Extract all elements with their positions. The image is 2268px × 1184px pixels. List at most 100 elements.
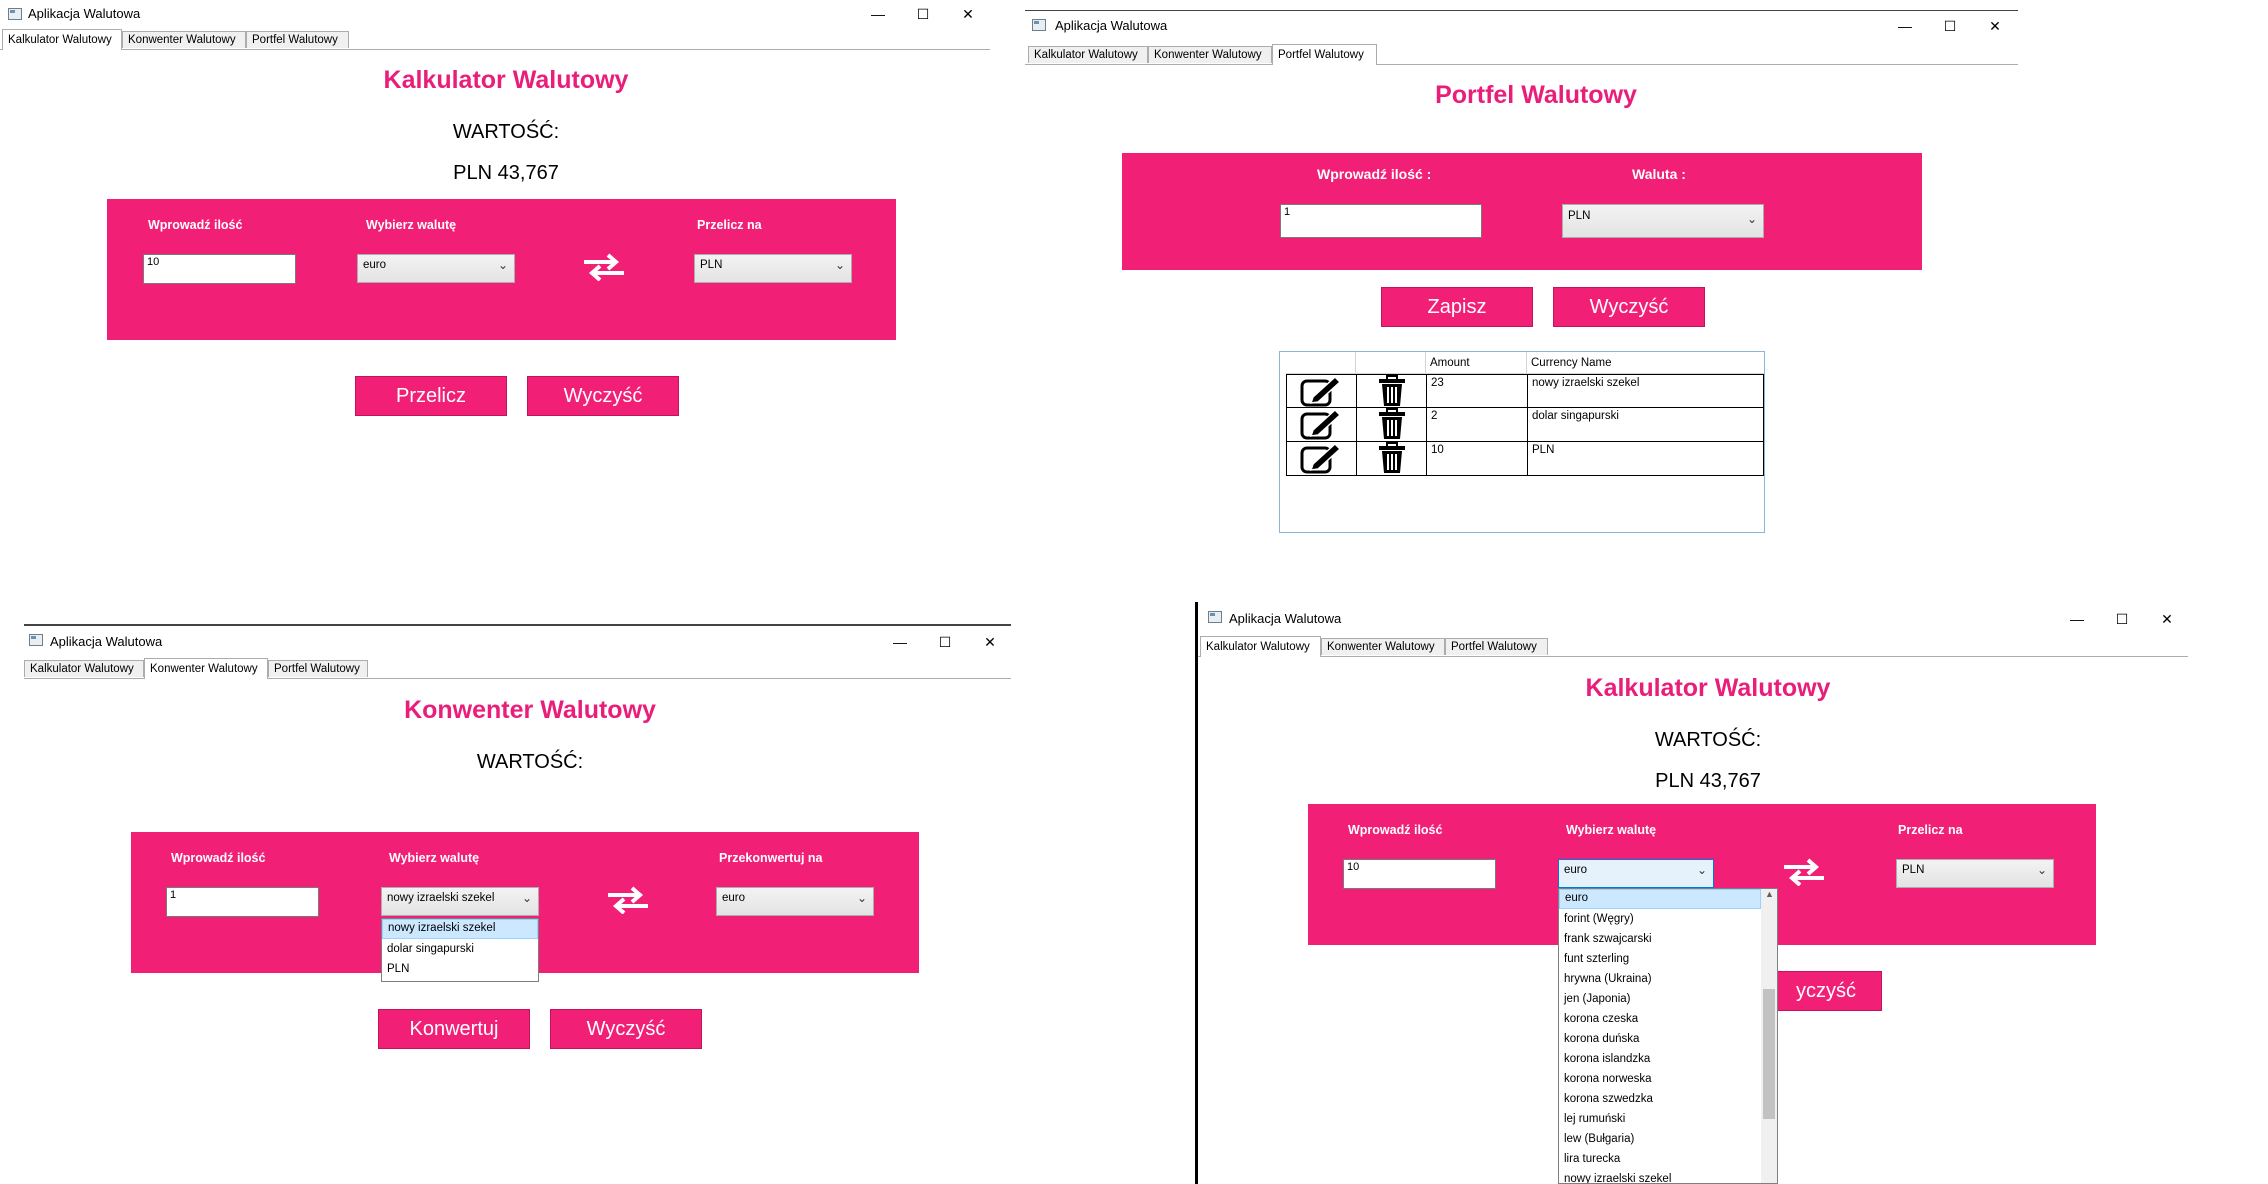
edit-icon[interactable] (1299, 408, 1343, 440)
edit-icon[interactable] (1299, 375, 1343, 407)
page-title: Konwenter Walutowy (404, 696, 656, 724)
column-header-amount[interactable]: Amount (1426, 352, 1527, 374)
dropdown-option[interactable]: lew (Bułgaria) (1559, 1129, 1761, 1149)
from-currency-label: Wybierz walutę (366, 218, 457, 232)
tab-kalkulator[interactable]: Kalkulator Walutowy (1200, 636, 1321, 657)
trash-icon[interactable] (1377, 442, 1407, 474)
dropdown-option[interactable]: korona szwedzka (1559, 1089, 1761, 1109)
tab-strip: Kalkulator Walutowy Konwenter Walutowy P… (0, 29, 990, 50)
maximize-icon[interactable]: ☐ (900, 0, 946, 28)
currency-select[interactable]: PLN ⌄ (1562, 204, 1764, 238)
save-button[interactable]: Zapisz (1381, 287, 1533, 327)
minimize-icon[interactable]: — (1882, 12, 1928, 40)
from-currency-label: Wybierz walutę (1566, 823, 1657, 837)
to-currency-label: Przelicz na (697, 218, 762, 232)
dropdown-scrollbar[interactable]: ▲ (1761, 889, 1777, 1183)
maximize-icon[interactable]: ☐ (1927, 12, 1973, 40)
tab-konwenter[interactable]: Konwenter Walutowy (144, 658, 268, 679)
page-title: Portfel Walutowy (1435, 81, 1637, 109)
amount-input[interactable]: 1 (1280, 204, 1482, 238)
tab-konwenter[interactable]: Konwenter Walutowy (1321, 638, 1445, 655)
select-value: euro (722, 892, 746, 904)
tab-konwenter[interactable]: Konwenter Walutowy (1148, 46, 1272, 63)
tab-kalkulator[interactable]: Kalkulator Walutowy (24, 660, 144, 677)
scrollbar-thumb[interactable] (1763, 989, 1775, 1119)
edit-icon[interactable] (1299, 442, 1343, 474)
dropdown-option[interactable]: korona islandzka (1559, 1049, 1761, 1069)
amount-label: Wprowadź ilość : (1317, 166, 1432, 182)
column-header-currency[interactable]: Currency Name (1527, 352, 1764, 374)
tab-kalkulator[interactable]: Kalkulator Walutowy (2, 29, 122, 50)
delete-cell (1356, 408, 1426, 441)
maximize-icon[interactable]: ☐ (922, 628, 968, 656)
dropdown-option[interactable]: jen (Japonia) (1559, 989, 1761, 1009)
clear-button[interactable]: Wyczyść (1553, 287, 1705, 327)
currency-cell: dolar singapurski (1527, 408, 1764, 441)
result-value: PLN 43,767 (453, 162, 559, 184)
convert-button[interactable]: Konwertuj (378, 1009, 530, 1049)
dropdown-option[interactable]: funt szterling (1559, 949, 1761, 969)
dropdown-option[interactable]: korona duńska (1559, 1029, 1761, 1049)
from-currency-select[interactable]: euro ⌄ (357, 254, 515, 283)
chevron-down-icon: ⌄ (1746, 212, 1757, 226)
maximize-icon[interactable]: ☐ (2099, 605, 2145, 633)
dropdown-option[interactable]: frank szwajcarski (1559, 929, 1761, 949)
trash-icon[interactable] (1377, 408, 1407, 440)
dropdown-option[interactable]: dolar singapurski (382, 939, 538, 959)
amount-label: Wprowadź ilość (1348, 823, 1443, 837)
scroll-up-icon[interactable]: ▲ (1765, 889, 1774, 899)
to-currency-select[interactable]: euro ⌄ (716, 887, 874, 916)
tab-kalkulator[interactable]: Kalkulator Walutowy (1028, 46, 1148, 63)
from-currency-select[interactable]: nowy izraelski szekel ⌄ (381, 887, 539, 916)
amount-input[interactable]: 10 (1343, 859, 1496, 889)
dropdown-option[interactable]: nowy izraelski szekel (1559, 1169, 1761, 1183)
close-icon[interactable]: ✕ (967, 628, 1013, 656)
value-label: WARTOŚĆ: (476, 751, 584, 773)
wallet-grid: Amount Currency Name 23 nowy izraelski s… (1279, 351, 1765, 533)
dropdown-option[interactable]: lej rumuński (1559, 1109, 1761, 1129)
minimize-icon[interactable]: — (855, 0, 901, 28)
select-value: euro (363, 259, 387, 271)
clear-button[interactable]: Wyczyść (550, 1009, 702, 1049)
currency-label: Waluta : (1632, 166, 1686, 182)
close-icon[interactable]: ✕ (2144, 605, 2190, 633)
tab-konwenter[interactable]: Konwenter Walutowy (122, 31, 246, 48)
chevron-down-icon: ⌄ (521, 891, 532, 905)
dropdown-option[interactable]: nowy izraelski szekel (382, 919, 538, 939)
clear-button[interactable]: Wyczyść (527, 376, 679, 416)
swap-arrows-icon[interactable] (1782, 858, 1826, 886)
dropdown-option[interactable]: PLN (382, 959, 538, 979)
dropdown-option[interactable]: lira turecka (1559, 1149, 1761, 1169)
window-converter: Aplikacja Walutowa — ☐ ✕ Kalkulator Walu… (24, 624, 1011, 1066)
table-row[interactable]: 2 dolar singapurski (1286, 408, 1764, 442)
trash-icon[interactable] (1377, 375, 1407, 407)
dropdown-option[interactable]: korona norweska (1559, 1069, 1761, 1089)
minimize-icon[interactable]: — (877, 628, 923, 656)
to-currency-label: Przekonwertuj na (719, 851, 823, 865)
to-currency-select[interactable]: PLN ⌄ (694, 254, 852, 283)
minimize-icon[interactable]: — (2054, 605, 2100, 633)
app-icon (8, 8, 22, 20)
to-currency-select[interactable]: PLN ⌄ (1896, 859, 2054, 888)
calculate-button[interactable]: Przelicz (355, 376, 507, 416)
dropdown-option[interactable]: hrywna (Ukraina) (1559, 969, 1761, 989)
dropdown-option[interactable]: euro (1559, 889, 1761, 909)
table-row[interactable]: 10 PLN (1286, 442, 1764, 476)
table-row[interactable]: 23 nowy izraelski szekel (1286, 374, 1764, 408)
dropdown-option[interactable]: forint (Węgry) (1559, 909, 1761, 929)
page-title: Kalkulator Walutowy (383, 66, 629, 94)
amount-input[interactable]: 1 (166, 887, 319, 917)
swap-arrows-icon[interactable] (606, 886, 650, 914)
chevron-down-icon: ⌄ (856, 891, 867, 905)
dropdown-option[interactable]: korona czeska (1559, 1009, 1761, 1029)
tab-portfel[interactable]: Portfel Walutowy (268, 660, 368, 677)
tab-portfel[interactable]: Portfel Walutowy (246, 31, 349, 48)
close-icon[interactable]: ✕ (1972, 12, 2018, 40)
tab-portfel[interactable]: Portfel Walutowy (1272, 44, 1377, 65)
tab-portfel[interactable]: Portfel Walutowy (1445, 638, 1548, 655)
from-currency-select[interactable]: euro ⌄ (1558, 859, 1714, 888)
amount-input[interactable]: 10 (143, 254, 296, 284)
column-header-delete (1356, 352, 1426, 374)
close-icon[interactable]: ✕ (945, 0, 991, 28)
swap-arrows-icon[interactable] (582, 253, 626, 281)
